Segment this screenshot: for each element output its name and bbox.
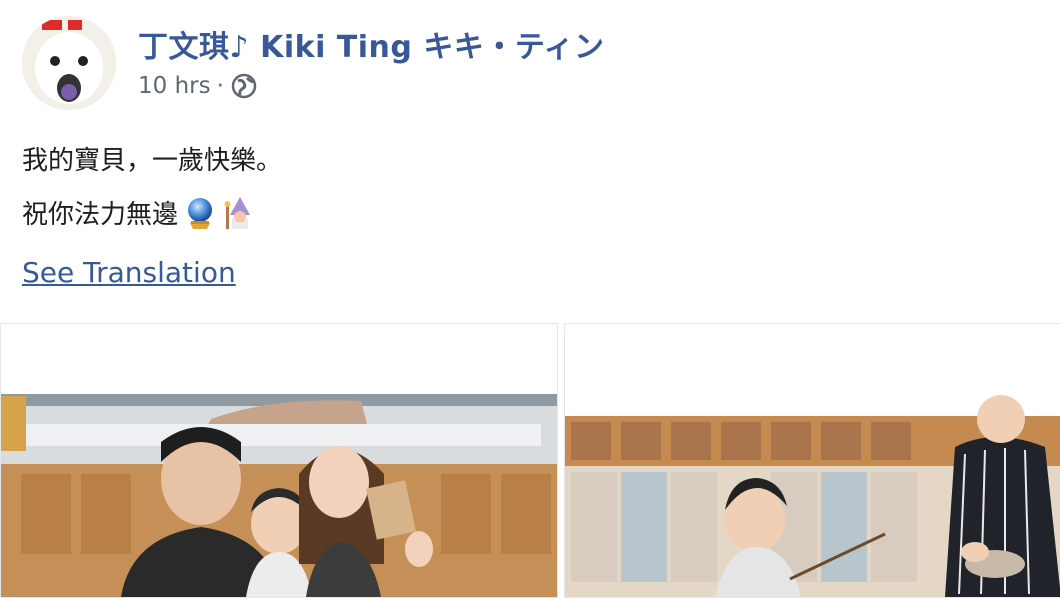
toddler-photo[interactable] xyxy=(564,323,1060,598)
post-meta: 10 hrs · xyxy=(138,72,258,100)
author-avatar[interactable] xyxy=(22,16,116,110)
post-text-line-2: 祝你法力無邊 xyxy=(22,194,258,231)
see-translation-link[interactable]: See Translation xyxy=(22,256,236,289)
crystal-ball-icon xyxy=(182,195,218,231)
post-timestamp[interactable]: 10 hrs xyxy=(138,73,211,99)
author-name-link[interactable]: 丁文琪♪ Kiki Ting キキ・ティン xyxy=(138,22,605,66)
post-text-1: 我的寶貝，一歲快樂。 xyxy=(22,146,283,176)
family-photo[interactable] xyxy=(0,323,558,598)
meta-separator: · xyxy=(216,73,224,99)
avatar-image xyxy=(22,16,116,110)
post-text-line-1: 我的寶貝，一歲快樂。 xyxy=(22,140,282,177)
post-text-2: 祝你法力無邊 xyxy=(22,200,179,230)
globe-icon[interactable] xyxy=(230,72,258,100)
mage-icon xyxy=(222,195,258,231)
